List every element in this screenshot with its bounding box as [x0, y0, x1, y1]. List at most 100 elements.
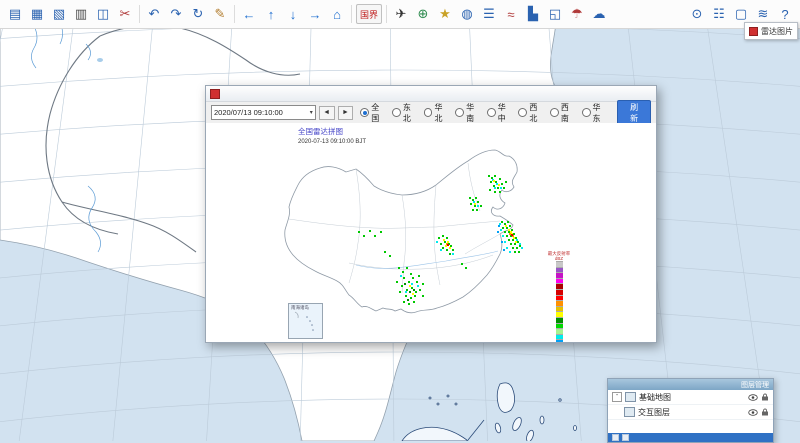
region-radio-4[interactable]: 华中: [487, 102, 514, 124]
region-label: 全国: [371, 102, 387, 124]
country-border-button[interactable]: 国界: [356, 4, 382, 24]
toolbar-separator: [139, 5, 140, 23]
layer-stack-icon[interactable]: ☰: [479, 4, 499, 24]
layer-label: 交互图层: [638, 407, 745, 418]
tree-expander-icon[interactable]: -: [612, 392, 622, 402]
prev-time-button[interactable]: ◄: [319, 106, 335, 120]
map-layers-icon[interactable]: ▧: [49, 4, 69, 24]
region-radio-3[interactable]: 华南: [455, 102, 482, 124]
dialog-titlebar[interactable]: [206, 86, 656, 102]
lock-icon[interactable]: [761, 393, 769, 401]
radar-panel-icon: [749, 27, 758, 36]
region-radio-group: 全国东北华北华南华中西北西南华东: [360, 102, 608, 124]
radio-circle-icon: [455, 108, 464, 117]
refresh-view-icon[interactable]: ↻: [188, 4, 208, 24]
radio-circle-icon: [487, 108, 496, 117]
radar-mosaic-dialog: 2020/07/13 09:10:00 ▾ ◄ ► 全国东北华北华南华中西北西南…: [205, 85, 657, 343]
inset-label: 南海诸岛: [291, 305, 309, 311]
help-icon[interactable]: ?: [775, 4, 795, 24]
toolbar-separator: [234, 5, 235, 23]
south-china-sea-inset: 南海诸岛: [288, 303, 323, 339]
dialog-toolbar: 2020/07/13 09:10:00 ▾ ◄ ► 全国东北华北华南华中西北西南…: [206, 102, 656, 124]
undo-icon[interactable]: ↶: [144, 4, 164, 24]
edit-pen-icon[interactable]: ✎: [210, 4, 230, 24]
region-radio-6[interactable]: 西南: [550, 102, 577, 124]
open-file-icon[interactable]: ▤: [5, 4, 25, 24]
signal-icon[interactable]: ≋: [753, 4, 773, 24]
globe-icon[interactable]: ⊕: [413, 4, 433, 24]
chevron-down-icon: ▾: [310, 109, 313, 116]
layer-thumbnail-icon: [625, 392, 636, 402]
region-radio-0[interactable]: 全国: [360, 102, 387, 124]
toolbar-separator: [351, 5, 352, 23]
monitor-icon[interactable]: ▢: [731, 4, 751, 24]
region-radio-7[interactable]: 华东: [582, 102, 609, 124]
toolbar-separator: [386, 5, 387, 23]
map-subtitle: 2020-07-13 09:10:00 BJT: [298, 139, 366, 145]
chart-icon[interactable]: ▙: [523, 4, 543, 24]
region-label: 华北: [434, 102, 450, 124]
radio-circle-icon: [550, 108, 559, 117]
radio-circle-icon: [518, 108, 527, 117]
map-title: 全国雷达拼图: [298, 126, 343, 136]
search-icon[interactable]: ⊙: [687, 4, 707, 24]
radar-panel-title: 雷达图片: [761, 26, 793, 37]
umbrella-icon[interactable]: ☂: [567, 4, 587, 24]
lake-shape: [97, 58, 103, 62]
scale-icon[interactable]: ◱: [545, 4, 565, 24]
pan-left-icon[interactable]: ←: [239, 4, 259, 24]
region-label: 华中: [498, 102, 514, 124]
refresh-button[interactable]: 刷新: [617, 100, 651, 126]
region-label: 东北: [403, 102, 419, 124]
pan-right-icon[interactable]: →: [305, 4, 325, 24]
cut-icon[interactable]: ✂: [115, 4, 135, 24]
layer-thumbnail-icon: [624, 407, 635, 417]
cloud-icon[interactable]: ☁: [589, 4, 609, 24]
lock-icon[interactable]: [761, 408, 769, 416]
layer-row-base-map[interactable]: - 基础地图: [608, 390, 773, 405]
region-label: 华东: [593, 102, 609, 124]
selected-row-icon: [612, 434, 619, 441]
curve-icon[interactable]: ≈: [501, 4, 521, 24]
radio-circle-icon: [582, 108, 591, 117]
radar-images-panel-header[interactable]: 雷达图片: [744, 22, 798, 40]
app-icon: [210, 89, 220, 99]
pan-down-icon[interactable]: ↓: [283, 4, 303, 24]
region-radio-2[interactable]: 华北: [424, 102, 451, 124]
flight-track-icon[interactable]: ✈: [391, 4, 411, 24]
eye-icon[interactable]: [748, 394, 758, 401]
radar-map-area[interactable]: 全国雷达拼图 2020-07-13 09:10:00 BJT: [206, 123, 656, 342]
radar-legend: 最大反射率 dBZ: [546, 251, 572, 342]
radio-circle-icon: [360, 108, 369, 117]
region-radio-5[interactable]: 西北: [518, 102, 545, 124]
datetime-picker[interactable]: 2020/07/13 09:10:00 ▾: [211, 105, 316, 120]
print-icon[interactable]: ▥: [71, 4, 91, 24]
redo-icon[interactable]: ↷: [166, 4, 186, 24]
screenshot-icon[interactable]: ◫: [93, 4, 113, 24]
region-label: 西南: [561, 102, 577, 124]
region-label: 华南: [466, 102, 482, 124]
eye-icon[interactable]: [748, 409, 758, 416]
satellite-icon[interactable]: ◍: [457, 4, 477, 24]
region-radio-1[interactable]: 东北: [392, 102, 419, 124]
layer-panel-header[interactable]: 图层管理: [608, 379, 773, 390]
layer-label: 基础地图: [639, 392, 745, 403]
save-grid-icon[interactable]: ▦: [27, 4, 47, 24]
main-toolbar: ▤▦▧▥◫✂ ↶↷↻✎ ←↑↓→⌂ 国界 ✈⊕★◍☰≈▙◱☂☁ ⊙☷▢≋?: [0, 0, 800, 29]
link-icon[interactable]: ☷: [709, 4, 729, 24]
home-extent-icon[interactable]: ⌂: [327, 4, 347, 24]
china-radar-map: 全国雷达拼图 2020-07-13 09:10:00 BJT: [206, 123, 656, 342]
radio-circle-icon: [392, 108, 401, 117]
layer-manager-panel: 图层管理 - 基础地图 交互图层: [607, 378, 774, 443]
region-label: 西北: [529, 102, 545, 124]
pan-up-icon[interactable]: ↑: [261, 4, 281, 24]
legend-color-cell: [556, 339, 563, 342]
station-icon[interactable]: ★: [435, 4, 455, 24]
next-time-button[interactable]: ►: [338, 106, 354, 120]
legend-color-bar: [546, 261, 572, 342]
layer-panel-title: 图层管理: [741, 380, 769, 390]
selected-row-icon: [622, 434, 629, 441]
datetime-value: 2020/07/13 09:10:00: [214, 108, 283, 117]
layer-row-interactive-layer[interactable]: 交互图层: [608, 405, 773, 420]
china-outline: [285, 150, 517, 313]
